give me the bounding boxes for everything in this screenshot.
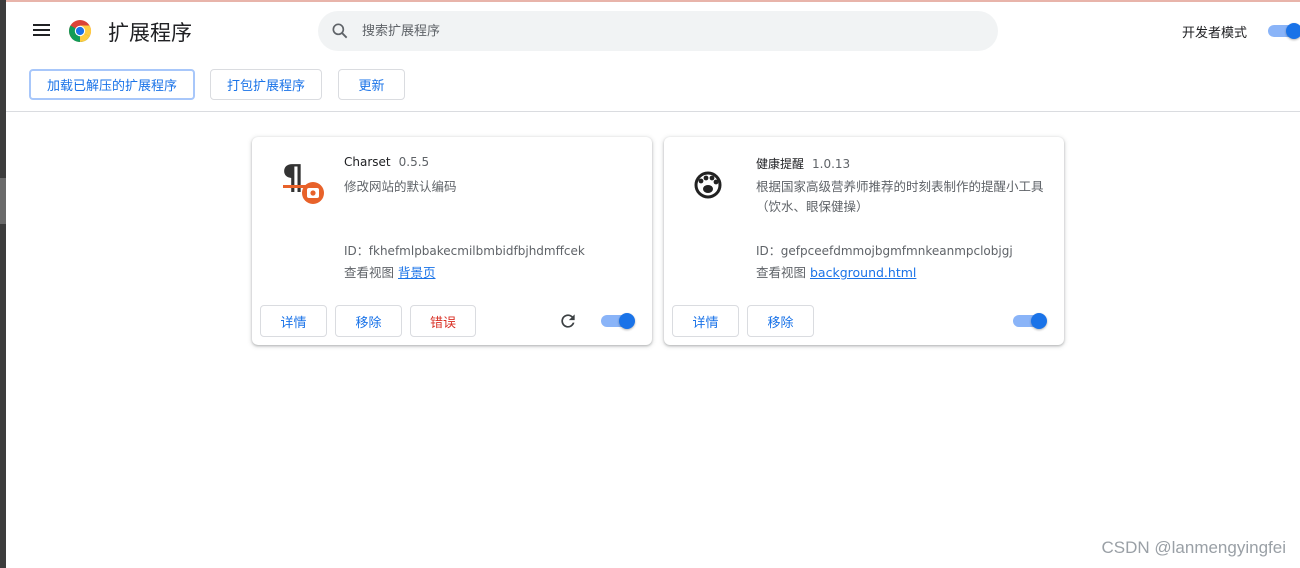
extension-version: 1.0.13 <box>812 157 851 171</box>
background-page-link[interactable]: 背景页 <box>398 265 436 280</box>
details-button[interactable]: 详情 <box>260 305 327 337</box>
extension-name: 健康提醒 <box>756 157 805 171</box>
watermark: CSDN @lanmengyingfei <box>1101 538 1286 557</box>
chrome-logo-icon <box>69 20 92 43</box>
reload-icon[interactable] <box>558 311 578 331</box>
extension-enable-toggle[interactable] <box>1013 313 1047 329</box>
extension-card: 健康提醒 1.0.13 根据国家高级营养师推荐的时刻表制作的提醒小工具（饮水、眼保… <box>664 137 1064 345</box>
inspect-views: 查看视图 background.html <box>756 262 916 281</box>
load-unpacked-button[interactable]: 加载已解压的扩展程序 <box>29 69 195 100</box>
search-input[interactable] <box>362 11 962 51</box>
details-button[interactable]: 详情 <box>672 305 739 337</box>
extension-description: 根据国家高级营养师推荐的时刻表制作的提醒小工具（饮水、眼保健操） <box>756 179 1044 214</box>
pack-extension-button[interactable]: 打包扩展程序 <box>210 69 322 100</box>
search-bar[interactable] <box>318 11 998 51</box>
extension-id: ID：gefpceefdmmojbgmfmnkeanmpclobjgj <box>756 244 1013 258</box>
dev-toolbar: 加载已解压的扩展程序 打包扩展程序 更新 <box>6 60 1300 112</box>
scrollbar-thumb[interactable] <box>0 178 6 224</box>
page-title: 扩展程序 <box>108 21 192 45</box>
dev-mode-toggle[interactable] <box>1268 23 1300 39</box>
paw-icon <box>694 171 722 199</box>
remove-button[interactable]: 移除 <box>335 305 402 337</box>
inspect-views: 查看视图 背景页 <box>344 262 436 281</box>
svg-text:¶: ¶ <box>282 158 304 198</box>
extension-version: 0.5.5 <box>398 155 430 169</box>
remove-button[interactable]: 移除 <box>747 305 814 337</box>
header: 扩展程序 开发者模式 <box>6 2 1300 60</box>
background-html-link[interactable]: background.html <box>810 265 916 280</box>
dev-mode-label: 开发者模式 <box>1182 26 1248 41</box>
extension-name: Charset <box>344 155 391 169</box>
inspect-views-label: 查看视图 <box>344 265 395 280</box>
errors-button[interactable]: 错误 <box>410 305 476 337</box>
menu-icon[interactable] <box>32 20 54 42</box>
charset-pilcrow-icon: ¶ <box>282 158 324 204</box>
extension-description: 修改网站的默认编码 <box>344 179 457 194</box>
extension-card: ¶ Charset 0.5.5 修改网站的默认编码 ID：fkhefmlpbake… <box>252 137 652 345</box>
extension-title: 健康提醒 1.0.13 <box>756 155 850 172</box>
inspect-views-label: 查看视图 <box>756 265 807 280</box>
search-icon[interactable] <box>330 21 350 41</box>
update-button[interactable]: 更新 <box>338 69 405 100</box>
extension-id: ID：fkhefmlpbakecmilbmbidfbjhdmffcek <box>344 244 585 258</box>
extension-enable-toggle[interactable] <box>601 313 635 329</box>
extension-title: Charset 0.5.5 <box>344 155 429 169</box>
